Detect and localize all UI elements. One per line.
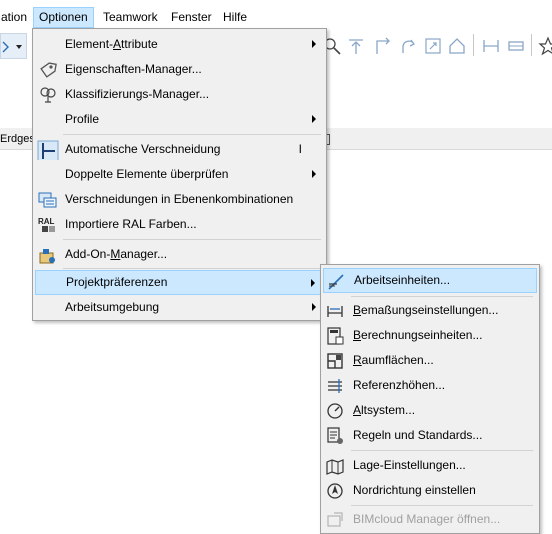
menu-bar-item-partial[interactable]: ation (0, 7, 32, 28)
menu-item-label: Element-Attribute (65, 37, 158, 51)
menu-separator (351, 296, 533, 297)
menu-item-label: Importiere RAL Farben... (65, 217, 197, 231)
submenu-item-label: Regeln und Standards... (353, 428, 483, 442)
corner-icon[interactable] (372, 36, 392, 56)
menu-item-label: Klassifizierungs-Manager... (65, 87, 210, 101)
menu-separator (63, 134, 321, 135)
submenu-arrow-icon (312, 115, 316, 123)
layer-intersection-icon (38, 192, 57, 208)
submenu-item-arbeitseinheiten[interactable]: Arbeitseinheiten... (323, 268, 537, 293)
rotate-icon[interactable] (398, 36, 418, 56)
menu-bar-item-optionen[interactable]: Optionen (33, 7, 94, 28)
menu-item-profile[interactable]: Profile (35, 107, 324, 132)
menu-bar-item-fenster[interactable]: Fenster (166, 7, 217, 28)
bimcloud-icon (327, 512, 343, 527)
submenu-item-label: Berechnungseinheiten... (353, 328, 483, 342)
toolbar-tool-button[interactable] (0, 33, 27, 59)
rules-standards-icon (327, 427, 343, 444)
submenu-item-altsystem[interactable]: Altsystem... (323, 398, 537, 423)
submenu-arrow-icon (312, 170, 316, 178)
dimension-tool-icon[interactable] (481, 36, 501, 56)
submenu-arrow-icon (312, 40, 316, 48)
projektpraeferenzen-submenu: Arbeitseinheiten... Bemaßungseinstellung… (320, 264, 540, 534)
submenu-item-label: Referenzhöhen... (353, 378, 446, 392)
submenu-item-regeln-standards[interactable]: Regeln und Standards... (323, 423, 537, 448)
menu-item-automatische-verschneidung[interactable]: Automatische Verschneidung I (35, 137, 324, 162)
menu-separator (351, 450, 533, 451)
room-area-icon (327, 353, 343, 369)
resize-icon[interactable] (423, 36, 443, 56)
menu-item-eigenschaften-manager[interactable]: Eigenschaften-Manager... (35, 57, 324, 82)
submenu-item-label: BIMcloud Manager öffnen... (353, 512, 501, 526)
toolbar-separator (473, 34, 474, 56)
window-tool-icon[interactable] (506, 36, 526, 56)
star-icon[interactable] (538, 36, 552, 56)
submenu-item-label: Raumflächen... (353, 353, 434, 367)
reference-levels-icon (328, 379, 342, 393)
menu-item-doppelte-elemente[interactable]: Doppelte Elemente überprüfen (35, 162, 324, 187)
location-map-icon (326, 459, 344, 475)
ral-icon: RAL (38, 217, 55, 232)
menu-item-arbeitsumgebung[interactable]: Arbeitsumgebung (35, 295, 324, 320)
menu-bar: ation Optionen Teamwork Fenster Hilfe (0, 0, 552, 28)
addon-icon (39, 249, 55, 264)
submenu-item-label: Lage-Einstellungen... (353, 458, 466, 472)
view-tab-label[interactable]: Erdges (0, 133, 35, 145)
menu-item-label: Profile (65, 112, 100, 126)
toolbar-separator (531, 34, 532, 56)
menu-item-projektpraeferenzen[interactable]: Projektpräferenzen (35, 270, 324, 295)
menu-item-importiere-ral[interactable]: RAL Importiere RAL Farben... (35, 212, 324, 237)
elevate-icon[interactable] (346, 36, 366, 56)
menu-separator (63, 239, 321, 240)
submenu-item-bimcloud-manager: BIMcloud Manager öffnen... (323, 507, 537, 532)
select-tool-icon (2, 41, 22, 53)
ral-icon-text: RAL (38, 217, 55, 226)
submenu-item-referenzhoehen[interactable]: Referenzhöhen... (323, 373, 537, 398)
calculator-icon (327, 327, 344, 345)
tree-icon (40, 87, 56, 103)
menu-item-shortcut: I (298, 142, 302, 156)
submenu-item-bemassungseinstellungen[interactable]: Bemaßungseinstellungen... (323, 298, 537, 323)
menu-bar-item-hilfe[interactable]: Hilfe (218, 7, 252, 28)
submenu-arrow-icon (312, 303, 316, 311)
menu-item-label: Projektpräferenzen (66, 275, 168, 289)
menu-item-label: Automatische Verschneidung (65, 142, 221, 156)
menu-separator (63, 268, 321, 269)
menu-item-add-on-manager[interactable]: Add-On-Manager... (35, 242, 324, 267)
menu-item-label: Eigenschaften-Manager... (65, 62, 202, 76)
tag-icon (40, 62, 57, 78)
auto-intersection-icon (37, 140, 59, 160)
submenu-item-raumflaechen[interactable]: Raumflächen... (323, 348, 537, 373)
submenu-item-lage-einstellungen[interactable]: Lage-Einstellungen... (323, 453, 537, 478)
legacy-gauge-icon (327, 403, 343, 419)
menu-item-element-attribute[interactable]: Element-Attribute (35, 32, 324, 57)
ruler-pencil-icon (328, 274, 344, 290)
menu-item-verschneidungen-ebenen[interactable]: Verschneidungen in Ebenenkombinationen (35, 187, 324, 212)
submenu-item-label: Bemaßungseinstellungen... (353, 303, 499, 317)
menu-item-klassifizierungs-manager[interactable]: Klassifizierungs-Manager... (35, 82, 324, 107)
menu-item-label: Arbeitsumgebung (65, 300, 160, 314)
menu-separator (351, 505, 533, 506)
submenu-item-berechnungseinheiten[interactable]: Berechnungseinheiten... (323, 323, 537, 348)
menu-bar-item-teamwork[interactable]: Teamwork (98, 7, 163, 28)
submenu-item-label: Arbeitseinheiten... (354, 273, 451, 287)
optionen-menu: Element-Attribute Eigenschaften-Manager.… (32, 28, 327, 321)
submenu-item-label: Nordrichtung einstellen (353, 483, 476, 497)
submenu-arrow-icon (311, 279, 315, 287)
menu-item-label: Doppelte Elemente überprüfen (65, 167, 229, 181)
home-icon[interactable] (447, 36, 467, 56)
compass-icon (327, 483, 343, 499)
submenu-item-nordrichtung[interactable]: Nordrichtung einstellen (323, 478, 537, 503)
menu-item-label: Add-On-Manager... (65, 247, 168, 261)
dimension-icon (327, 306, 343, 317)
submenu-item-label: Altsystem... (353, 403, 416, 417)
menu-item-label: Verschneidungen in Ebenenkombinationen (65, 192, 294, 206)
